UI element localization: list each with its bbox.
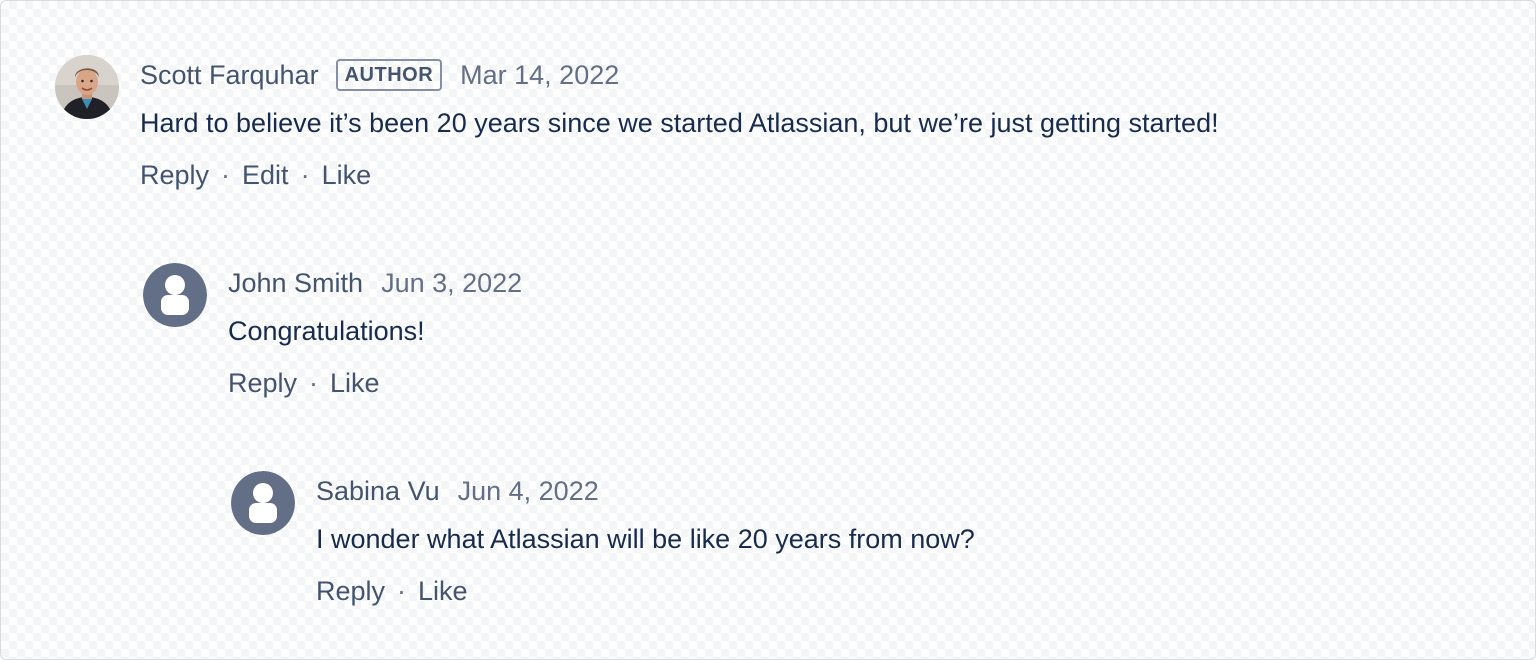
comment-header: Scott Farquhar AUTHOR Mar 14, 2022 — [140, 59, 1219, 91]
action-separator: · — [221, 160, 231, 190]
person-placeholder-icon[interactable] — [231, 471, 295, 535]
author-name[interactable]: Sabina Vu — [316, 475, 440, 507]
comment-body: I wonder what Atlassian will be like 20 … — [316, 524, 975, 554]
action-separator: · — [300, 160, 310, 190]
comment-content: Sabina Vu Jun 4, 2022 I wonder what Atla… — [316, 475, 975, 607]
comment-timestamp[interactable]: Jun 3, 2022 — [381, 267, 522, 299]
comment-body: Hard to believe it’s been 20 years since… — [140, 108, 1219, 138]
comment-body: Congratulations! — [228, 316, 425, 346]
comment-content: John Smith Jun 3, 2022 Congratulations! … — [228, 267, 522, 399]
like-button[interactable]: Like — [322, 159, 372, 191]
comment-thread: Scott Farquhar AUTHOR Mar 14, 2022 Hard … — [0, 0, 1536, 660]
comment-header: John Smith Jun 3, 2022 — [228, 267, 522, 299]
comment-content: Scott Farquhar AUTHOR Mar 14, 2022 Hard … — [140, 59, 1219, 191]
like-button[interactable]: Like — [418, 575, 468, 607]
reply-button[interactable]: Reply — [140, 159, 209, 191]
comment-header: Sabina Vu Jun 4, 2022 — [316, 475, 975, 507]
comment-actions: Reply · Like — [316, 575, 975, 607]
author-badge: AUTHOR — [335, 59, 443, 91]
author-name[interactable]: John Smith — [228, 267, 363, 299]
user-photo-avatar[interactable] — [55, 55, 119, 119]
comment-timestamp[interactable]: Jun 4, 2022 — [458, 475, 599, 507]
reply-button[interactable]: Reply — [228, 367, 297, 399]
like-button[interactable]: Like — [330, 367, 380, 399]
comment-actions: Reply · Like — [228, 367, 522, 399]
author-name[interactable]: Scott Farquhar — [140, 59, 319, 91]
comment-timestamp[interactable]: Mar 14, 2022 — [460, 59, 619, 91]
action-separator: · — [309, 368, 319, 398]
person-placeholder-icon[interactable] — [143, 263, 207, 327]
reply-button[interactable]: Reply — [316, 575, 385, 607]
edit-button[interactable]: Edit — [242, 159, 289, 191]
comment-actions: Reply · Edit · Like — [140, 159, 1219, 191]
action-separator: · — [397, 576, 407, 606]
